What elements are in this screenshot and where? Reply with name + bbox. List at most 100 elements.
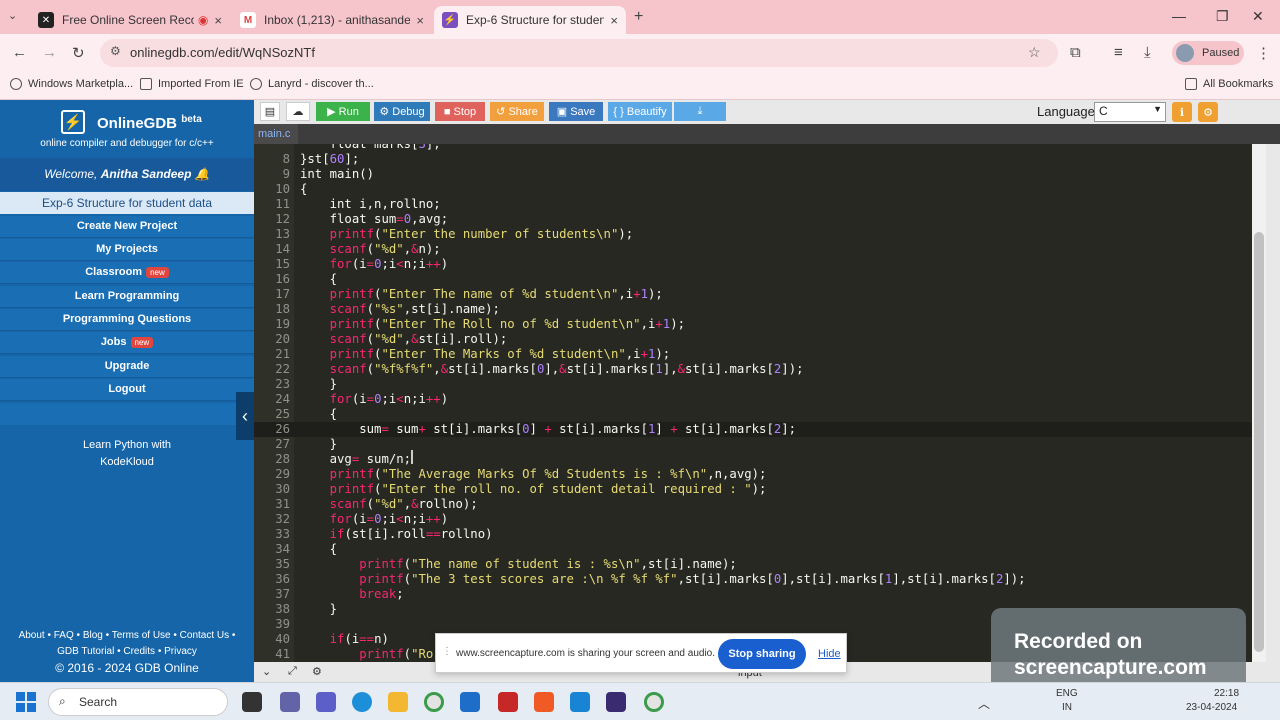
close-tab-icon[interactable]: ×	[214, 13, 222, 28]
code-line[interactable]: 23 }	[254, 377, 1252, 392]
code-line[interactable]: 24 for(i=0;i<n;i++)	[254, 392, 1252, 407]
footer-links[interactable]: About • FAQ • Blog • Terms of Use • Cont…	[0, 628, 254, 644]
teams-chat-icon[interactable]	[316, 692, 336, 712]
collapse-panel-icon[interactable]: ⌄	[262, 665, 271, 678]
clock-time[interactable]: 22:18	[1214, 688, 1239, 699]
settings-icon[interactable]: ⚙	[1198, 102, 1218, 122]
code-line[interactable]: 8}st[60];	[254, 152, 1252, 167]
code-line[interactable]: 33 if(st[i].roll==rollno)	[254, 527, 1252, 542]
code-line[interactable]: 17 printf("Enter The name of %d student\…	[254, 287, 1252, 302]
forward-icon[interactable]: →	[42, 44, 57, 61]
bell-icon[interactable]: 🔔	[195, 167, 210, 181]
extensions-icon[interactable]: ⧉	[1070, 44, 1081, 61]
taskbar-search[interactable]: ⌕ Search	[48, 688, 228, 716]
promo-link[interactable]: Learn Python with KodeKloud	[0, 437, 254, 471]
code-line[interactable]: 16 {	[254, 272, 1252, 287]
sidebar-item-learn-programming[interactable]: Learn Programming	[0, 286, 254, 308]
start-icon[interactable]	[16, 692, 36, 712]
hide-link[interactable]: Hide	[818, 648, 841, 660]
code-line[interactable]: 18 scanf("%s",st[i].name);	[254, 302, 1252, 317]
upload-icon[interactable]: ☁	[286, 102, 310, 121]
code-line[interactable]: 37 break;	[254, 587, 1252, 602]
browser-tab-recorder[interactable]: ✕ Free Online Screen Recorde ◉ ×	[30, 6, 230, 34]
browser-menu-icon[interactable]: ⋮	[1256, 44, 1271, 62]
sidebar-item-classroom[interactable]: Classroom new	[0, 262, 254, 284]
teams-icon[interactable]	[280, 692, 300, 712]
language-select[interactable]: C ▼	[1094, 102, 1166, 122]
share-button[interactable]: ↺ Share	[490, 102, 544, 121]
task-view-icon[interactable]	[242, 692, 262, 712]
debug-button[interactable]: ⚙ Debug	[374, 102, 430, 121]
sidebar-item-upgrade[interactable]: Upgrade	[0, 356, 254, 378]
language-indicator[interactable]: ENG	[1056, 688, 1078, 699]
code-line[interactable]: float marks[3];	[254, 144, 1252, 152]
minimize-icon[interactable]: —	[1172, 8, 1186, 24]
brave-icon[interactable]	[534, 692, 554, 712]
code-line[interactable]: 32 for(i=0;i<n;i++)	[254, 512, 1252, 527]
mail-icon[interactable]	[460, 692, 480, 712]
code-line[interactable]: 19 printf("Enter The Roll no of %d stude…	[254, 317, 1252, 332]
code-line[interactable]: 10 {	[254, 182, 1252, 197]
brand[interactable]: ⚡ OnlineGDB beta online compiler and deb…	[0, 100, 254, 158]
code-line[interactable]: 34 {	[254, 542, 1252, 557]
editor-scrollbar[interactable]	[1252, 144, 1266, 662]
download-icon[interactable]: ⤓	[1144, 44, 1151, 61]
code-line[interactable]: 15 for(i=0;i<n;i++)	[254, 257, 1252, 272]
address-bar[interactable]: ⚙ onlinegdb.com/edit/WqNSozNTf ☆	[100, 39, 1058, 67]
new-tab-button[interactable]: +	[634, 8, 643, 26]
code-line[interactable]: 36 printf("The 3 test scores are :\n %f …	[254, 572, 1252, 587]
code-editor[interactable]: float marks[3]; 8}st[60]; 9 int main() 10 {11…	[254, 144, 1252, 662]
beautify-button[interactable]: { } Beautify	[608, 102, 672, 121]
scrollbar-thumb[interactable]	[1254, 232, 1264, 652]
code-line[interactable]: 29 printf("The Average Marks Of %d Stude…	[254, 467, 1252, 482]
sidebar-item-my-projects[interactable]: My Projects	[0, 239, 254, 261]
sidebar-item-programming-questions[interactable]: Programming Questions	[0, 309, 254, 331]
code-line[interactable]: 35 printf("The name of student is : %s\n…	[254, 557, 1252, 572]
code-line[interactable]: 21 printf("Enter The Marks of %d student…	[254, 347, 1252, 362]
chrome-icon[interactable]	[424, 692, 444, 712]
expand-panel-icon[interactable]: ⤢	[288, 665, 297, 678]
panel-settings-icon[interactable]: ⚙	[312, 665, 322, 678]
code-line[interactable]: 20 scanf("%d",&st[i].roll);	[254, 332, 1252, 347]
stop-sharing-button[interactable]: Stop sharing	[718, 639, 806, 669]
edge-icon[interactable]	[352, 692, 372, 712]
run-button[interactable]: ▶ Run	[316, 102, 370, 121]
window-close-icon[interactable]: ✕	[1252, 8, 1264, 25]
media-icon[interactable]: ≡	[1114, 44, 1123, 61]
sidebar-item-create-project[interactable]: Create New Project	[0, 216, 254, 238]
reload-icon[interactable]: ↻	[72, 44, 85, 62]
bookmark-item[interactable]: Lanyrd - discover th...	[250, 78, 374, 90]
restore-icon[interactable]: ❐	[1216, 8, 1229, 25]
file-explorer-icon[interactable]	[388, 692, 408, 712]
recorder-app-icon[interactable]	[498, 692, 518, 712]
code-line[interactable]: 27 }	[254, 437, 1252, 452]
browser-tab-onlinegdb[interactable]: ⚡ Exp-6 Structure for student dat ×	[434, 6, 626, 34]
store-icon[interactable]	[570, 692, 590, 712]
sidebar-item-logout[interactable]: Logout	[0, 379, 254, 401]
all-bookmarks-button[interactable]: All Bookmarks	[1185, 78, 1273, 90]
code-line[interactable]: 28 avg= sum/n;	[254, 452, 1252, 467]
back-icon[interactable]: ←	[12, 44, 27, 61]
app-icon[interactable]	[606, 692, 626, 712]
tray-overflow-icon[interactable]: ︿	[978, 695, 990, 712]
save-button[interactable]: ▣ Save	[549, 102, 603, 121]
code-line[interactable]: 13 printf("Enter the number of students\…	[254, 227, 1252, 242]
code-line[interactable]: 25 {	[254, 407, 1252, 422]
current-project[interactable]: Exp-6 Structure for student data	[0, 192, 254, 214]
info-icon[interactable]: ℹ	[1172, 102, 1192, 122]
site-info-icon[interactable]: ⚙	[110, 44, 121, 58]
footer-links[interactable]: GDB Tutorial • Credits • Privacy	[0, 644, 254, 660]
download-button[interactable]: ⤓	[674, 102, 726, 121]
code-line[interactable]: 26 sum= sum+ st[i].marks[0] + st[i].mark…	[254, 422, 1252, 437]
code-line[interactable]: 12 float sum=0,avg;	[254, 212, 1252, 227]
code-line[interactable]: 14 scanf("%d",&n);	[254, 242, 1252, 257]
clock-date[interactable]: 23-04-2024	[1186, 702, 1237, 713]
code-line[interactable]: 22 scanf("%f%f%f",&st[i].marks[0],&st[i]…	[254, 362, 1252, 377]
profile-button[interactable]: Paused	[1172, 41, 1244, 65]
new-file-icon[interactable]: ▤	[260, 102, 280, 121]
bookmark-star-icon[interactable]: ☆	[1028, 44, 1041, 61]
code-line[interactable]: 9 int main()	[254, 167, 1252, 182]
close-tab-icon[interactable]: ×	[416, 13, 424, 28]
code-line[interactable]: 30 printf("Enter the roll no. of student…	[254, 482, 1252, 497]
close-tab-icon[interactable]: ×	[610, 13, 618, 28]
